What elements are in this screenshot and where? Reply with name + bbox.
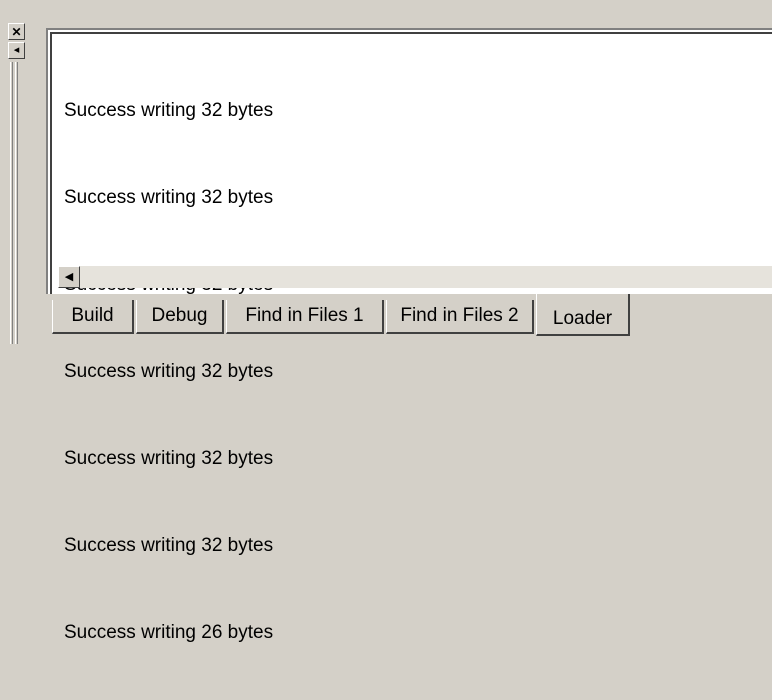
tab-loader[interactable]: Loader xyxy=(536,294,630,336)
dock-gripper[interactable] xyxy=(10,62,13,344)
scroll-left-button[interactable]: ◀ xyxy=(58,266,80,288)
close-pane-button[interactable]: ✕ xyxy=(8,23,25,40)
tab-find-in-files-2[interactable]: Find in Files 2 xyxy=(386,300,534,334)
output-line: Success writing 32 bytes xyxy=(64,535,274,556)
horizontal-scrollbar[interactable]: ◀ xyxy=(58,265,772,288)
output-line: Success writing 26 bytes xyxy=(64,622,274,643)
output-pane: Success writing 32 bytes Success writing… xyxy=(46,28,772,643)
tab-label: Find in Files 2 xyxy=(400,305,519,326)
tab-debug[interactable]: Debug xyxy=(136,300,224,334)
output-line: Success writing 32 bytes xyxy=(64,448,274,469)
scroll-track[interactable] xyxy=(80,266,772,288)
collapse-pane-button[interactable]: ◂ xyxy=(8,42,25,59)
output-line: Success writing 32 bytes xyxy=(64,361,274,382)
arrow-left-icon: ◂ xyxy=(13,44,20,56)
output-line: Success writing 32 bytes xyxy=(64,100,274,121)
tab-label: Build xyxy=(71,305,114,326)
output-line: Success writing 32 bytes xyxy=(64,187,274,208)
tab-label: Debug xyxy=(151,305,208,326)
output-lines: Success writing 32 bytes Success writing… xyxy=(64,38,273,700)
output-tab-strip: Build Debug Find in Files 1 Find in File… xyxy=(46,294,772,344)
arrow-left-icon: ◀ xyxy=(64,270,74,283)
close-icon: ✕ xyxy=(11,24,22,39)
dock-gripper[interactable] xyxy=(15,62,18,344)
output-text-area[interactable]: Success writing 32 bytes Success writing… xyxy=(50,32,772,643)
tab-label: Find in Files 1 xyxy=(245,305,364,326)
tab-find-in-files-1[interactable]: Find in Files 1 xyxy=(226,300,384,334)
tab-build[interactable]: Build xyxy=(52,300,134,334)
top-border xyxy=(0,0,772,10)
tab-label: Loader xyxy=(552,308,613,329)
